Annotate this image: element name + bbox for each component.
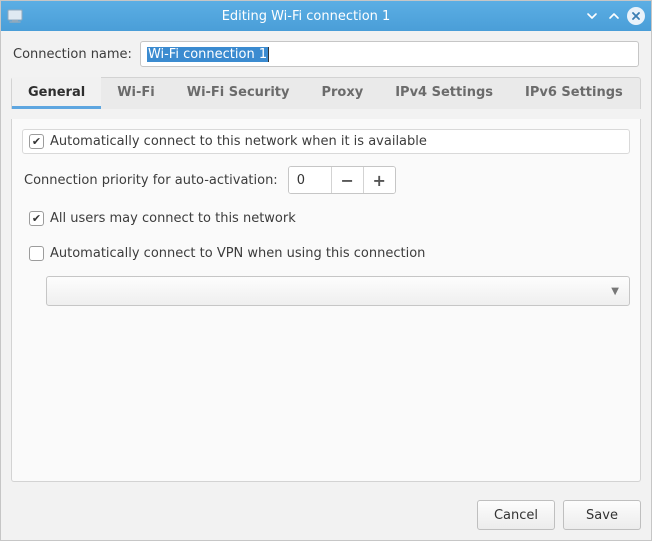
tab-ipv6-settings[interactable]: IPv6 Settings <box>509 77 639 109</box>
vpn-combobox[interactable]: ▼ <box>46 276 630 306</box>
priority-input[interactable] <box>289 167 331 193</box>
window-title: Editing Wi-Fi connection 1 <box>29 9 583 24</box>
auto-vpn-checkbox[interactable] <box>29 246 44 261</box>
content-area: Connection name: Wi-Fi connection 1 Gene… <box>1 31 651 492</box>
general-panel: Automatically connect to this network wh… <box>11 119 641 482</box>
priority-row: Connection priority for auto-activation:… <box>22 164 630 196</box>
priority-decrement-button[interactable]: − <box>331 167 363 193</box>
app-icon <box>5 6 25 26</box>
window-controls <box>583 7 645 25</box>
tab-general[interactable]: General <box>12 77 101 109</box>
auto-vpn-label: Automatically connect to VPN when using … <box>50 246 425 261</box>
priority-spinbox: − + <box>288 166 396 194</box>
titlebar: Editing Wi-Fi connection 1 <box>1 1 651 31</box>
minimize-button[interactable] <box>583 7 601 25</box>
save-button[interactable]: Save <box>563 500 641 530</box>
cancel-button[interactable]: Cancel <box>477 500 555 530</box>
tab-bar: General Wi-Fi Wi-Fi Security Proxy IPv4 … <box>11 77 641 109</box>
auto-connect-label: Automatically connect to this network wh… <box>50 134 427 149</box>
connection-name-label: Connection name: <box>13 47 132 62</box>
connection-name-input[interactable]: Wi-Fi connection 1 <box>140 41 639 67</box>
footer: Cancel Save <box>1 492 651 540</box>
connection-name-row: Connection name: Wi-Fi connection 1 <box>11 41 641 67</box>
tab-ipv4-settings[interactable]: IPv4 Settings <box>379 77 509 109</box>
auto-connect-checkbox[interactable] <box>29 134 44 149</box>
auto-connect-row: Automatically connect to this network wh… <box>22 129 630 154</box>
maximize-button[interactable] <box>605 7 623 25</box>
all-users-checkbox[interactable] <box>29 211 44 226</box>
window: Editing Wi-Fi connection 1 Connection na… <box>0 0 652 541</box>
auto-vpn-row: Automatically connect to VPN when using … <box>22 241 630 266</box>
priority-increment-button[interactable]: + <box>363 167 395 193</box>
priority-label: Connection priority for auto-activation: <box>24 173 278 188</box>
tab-proxy[interactable]: Proxy <box>305 77 379 109</box>
all-users-label: All users may connect to this network <box>50 211 296 226</box>
connection-name-value: Wi-Fi connection 1 <box>147 47 268 62</box>
text-caret <box>268 47 269 62</box>
chevron-down-icon: ▼ <box>611 286 619 297</box>
close-button[interactable] <box>627 7 645 25</box>
vpn-combo-wrap: ▼ <box>22 276 630 306</box>
all-users-row: All users may connect to this network <box>22 206 630 231</box>
tab-wifi[interactable]: Wi-Fi <box>101 77 171 109</box>
tab-wifi-security[interactable]: Wi-Fi Security <box>171 77 306 109</box>
